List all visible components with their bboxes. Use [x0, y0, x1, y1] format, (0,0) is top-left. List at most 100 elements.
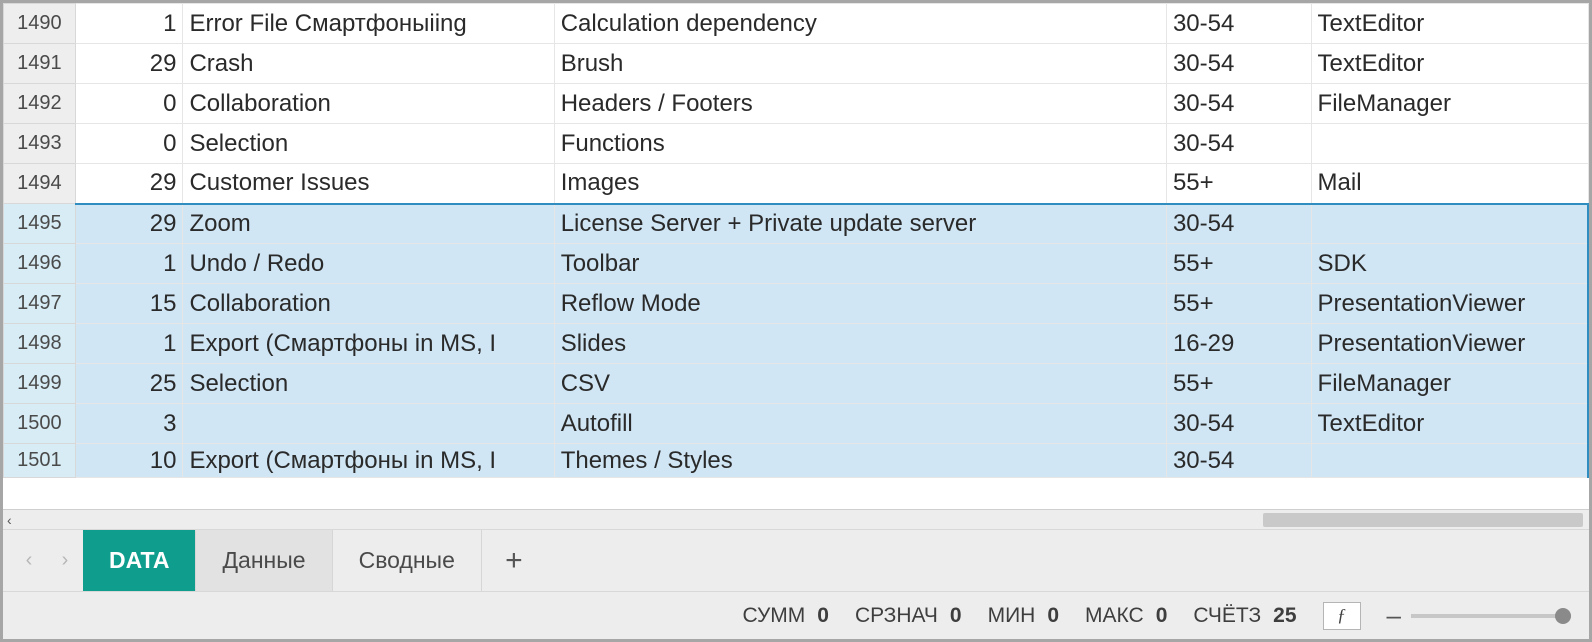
cell[interactable]: PresentationViewer [1311, 324, 1588, 364]
table-row[interactable]: 14961Undo / RedoToolbar55+SDK [4, 244, 1589, 284]
cell[interactable]: 55+ [1166, 244, 1311, 284]
table-row[interactable]: 15003 Autofill30-54TextEditor [4, 404, 1589, 444]
cell[interactable]: 29 [75, 204, 183, 244]
cell[interactable]: 30-54 [1166, 124, 1311, 164]
row-header[interactable]: 1494 [4, 164, 76, 204]
cell[interactable]: TextEditor [1311, 44, 1588, 84]
table-row[interactable]: 150110Export (Смартфоны in MS, IThemes /… [4, 444, 1589, 478]
table-row[interactable]: 149925SelectionCSV55+FileManager [4, 364, 1589, 404]
table-row[interactable]: 149129CrashBrush30-54TextEditor [4, 44, 1589, 84]
table-row[interactable]: 14981Export (Смартфоны in MS, ISlides16-… [4, 324, 1589, 364]
tabs-next-icon[interactable]: › [47, 543, 83, 579]
row-header[interactable]: 1496 [4, 244, 76, 284]
cell[interactable]: FileManager [1311, 364, 1588, 404]
cell[interactable]: 55+ [1166, 164, 1311, 204]
table-row[interactable]: 14930SelectionFunctions30-54 [4, 124, 1589, 164]
row-header[interactable]: 1501 [4, 444, 76, 478]
cell[interactable]: Calculation dependency [554, 4, 1166, 44]
table-row[interactable]: 14901Error File СмартфоныiingCalculation… [4, 4, 1589, 44]
cell[interactable]: Autofill [554, 404, 1166, 444]
cell[interactable]: 30-54 [1166, 204, 1311, 244]
cell[interactable]: 0 [75, 124, 183, 164]
cell[interactable]: 10 [75, 444, 183, 478]
cell[interactable]: Customer Issues [183, 164, 554, 204]
cell[interactable]: License Server + Private update server [554, 204, 1166, 244]
table-row[interactable]: 149529ZoomLicense Server + Private updat… [4, 204, 1589, 244]
cell[interactable]: 15 [75, 284, 183, 324]
cell[interactable]: Selection [183, 124, 554, 164]
cell[interactable]: FileManager [1311, 84, 1588, 124]
row-header[interactable]: 1495 [4, 204, 76, 244]
row-header[interactable]: 1491 [4, 44, 76, 84]
table-row[interactable]: 149429Customer IssuesImages55+Mail [4, 164, 1589, 204]
cell[interactable]: 30-54 [1166, 44, 1311, 84]
zoom-slider-knob[interactable] [1555, 608, 1571, 624]
cell[interactable] [183, 404, 554, 444]
cell[interactable]: Images [554, 164, 1166, 204]
cell[interactable] [1311, 124, 1588, 164]
cell[interactable]: 1 [75, 244, 183, 284]
sheet-tab[interactable]: DATA [83, 530, 196, 592]
zoom-slider[interactable] [1411, 614, 1571, 618]
cell[interactable]: 30-54 [1166, 84, 1311, 124]
status-count-label: СЧЁТЗ [1193, 604, 1261, 628]
cell[interactable]: Reflow Mode [554, 284, 1166, 324]
row-header[interactable]: 1493 [4, 124, 76, 164]
cell[interactable]: 55+ [1166, 284, 1311, 324]
spreadsheet-grid[interactable]: 14901Error File СмартфоныiingCalculation… [3, 3, 1589, 509]
row-header[interactable]: 1500 [4, 404, 76, 444]
cell[interactable]: 30-54 [1166, 4, 1311, 44]
cell[interactable]: Toolbar [554, 244, 1166, 284]
cell[interactable]: Mail [1311, 164, 1588, 204]
cell[interactable]: TextEditor [1311, 404, 1588, 444]
cell[interactable]: 1 [75, 324, 183, 364]
scroll-left-icon[interactable]: ‹ [7, 512, 12, 528]
cell[interactable]: 55+ [1166, 364, 1311, 404]
row-header[interactable]: 1497 [4, 284, 76, 324]
scrollbar-thumb[interactable] [1263, 513, 1583, 527]
zoom-out-icon[interactable]: – [1387, 600, 1401, 631]
horizontal-scrollbar[interactable]: ‹ [3, 509, 1589, 529]
cell[interactable]: 30-54 [1166, 444, 1311, 478]
function-button[interactable]: ƒ [1323, 602, 1361, 630]
cell[interactable]: Slides [554, 324, 1166, 364]
cell[interactable]: TextEditor [1311, 4, 1588, 44]
cell[interactable]: Undo / Redo [183, 244, 554, 284]
table-row[interactable]: 149715CollaborationReflow Mode55+Present… [4, 284, 1589, 324]
cell[interactable]: 16-29 [1166, 324, 1311, 364]
cell[interactable]: 29 [75, 44, 183, 84]
cell[interactable]: Collaboration [183, 84, 554, 124]
cell[interactable] [1311, 204, 1588, 244]
cell[interactable]: Themes / Styles [554, 444, 1166, 478]
row-header[interactable]: 1498 [4, 324, 76, 364]
cell[interactable]: Selection [183, 364, 554, 404]
cell[interactable]: 30-54 [1166, 404, 1311, 444]
cell[interactable]: 0 [75, 84, 183, 124]
sheet-tab[interactable]: Данные [196, 530, 332, 592]
cell[interactable]: 29 [75, 164, 183, 204]
cell[interactable]: 25 [75, 364, 183, 404]
sheet-tab[interactable]: Сводные [333, 530, 482, 592]
cell[interactable]: PresentationViewer [1311, 284, 1588, 324]
row-header[interactable]: 1499 [4, 364, 76, 404]
cell[interactable]: Brush [554, 44, 1166, 84]
row-header[interactable]: 1492 [4, 84, 76, 124]
cell[interactable]: Export (Смартфоны in MS, I [183, 324, 554, 364]
cell[interactable]: SDK [1311, 244, 1588, 284]
cell[interactable]: 1 [75, 4, 183, 44]
cell[interactable] [1311, 444, 1588, 478]
add-sheet-button[interactable]: + [494, 544, 534, 578]
cell[interactable]: Crash [183, 44, 554, 84]
cell[interactable]: 3 [75, 404, 183, 444]
row-header[interactable]: 1490 [4, 4, 76, 44]
table-row[interactable]: 14920CollaborationHeaders / Footers30-54… [4, 84, 1589, 124]
cell[interactable]: CSV [554, 364, 1166, 404]
cell[interactable]: Zoom [183, 204, 554, 244]
cell[interactable]: Error File Смартфоныiing [183, 4, 554, 44]
status-min-label: МИН [988, 604, 1036, 628]
cell[interactable]: Export (Смартфоны in MS, I [183, 444, 554, 478]
tabs-prev-icon[interactable]: ‹ [11, 543, 47, 579]
cell[interactable]: Functions [554, 124, 1166, 164]
cell[interactable]: Collaboration [183, 284, 554, 324]
cell[interactable]: Headers / Footers [554, 84, 1166, 124]
